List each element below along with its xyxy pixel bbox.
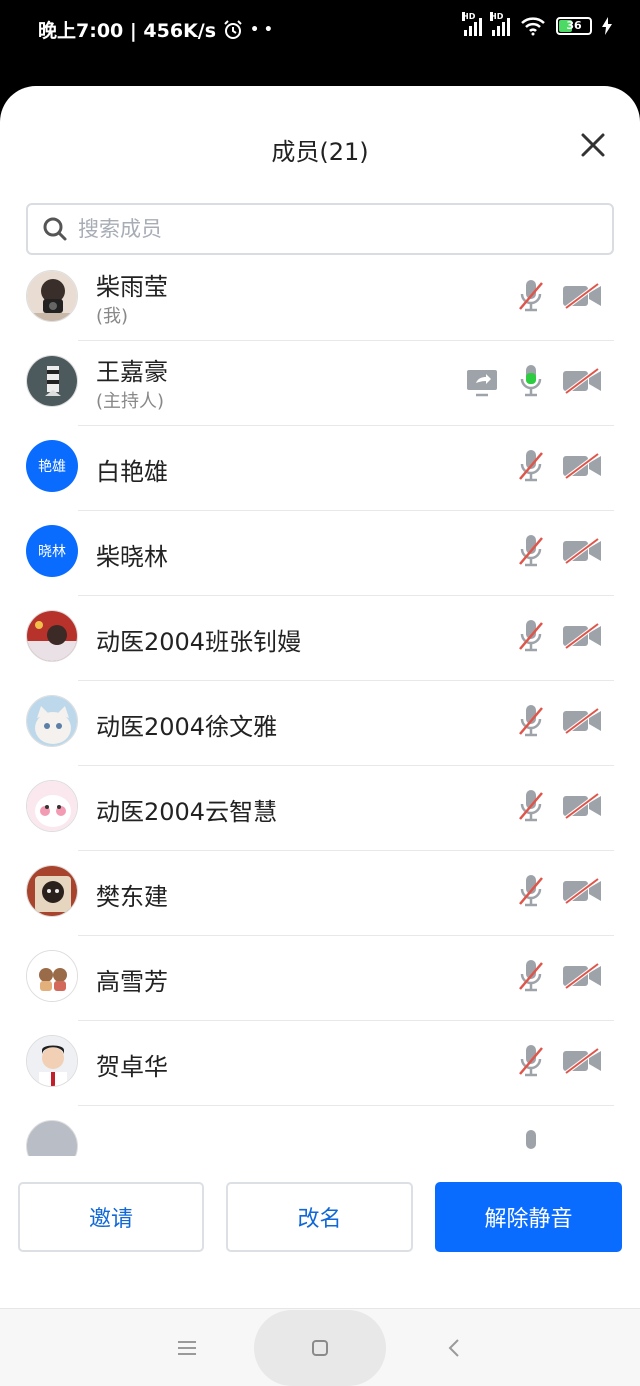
member-name: 樊东建 (96, 883, 168, 911)
menu-icon[interactable] (176, 1339, 198, 1357)
avatar: 艳雄 (26, 440, 78, 492)
member-row[interactable]: 动医2004徐文雅 (0, 681, 640, 766)
status-time-speed: 晚上7:00 | 456K/s (38, 20, 217, 42)
back-icon[interactable] (446, 1338, 462, 1358)
wifi-icon (521, 17, 545, 36)
close-icon[interactable] (580, 132, 606, 158)
mic-muted-icon[interactable] (516, 873, 546, 909)
system-nav-bar (0, 1308, 640, 1386)
mic-muted-icon[interactable] (516, 788, 546, 824)
avatar (26, 780, 78, 832)
mic-active-icon[interactable] (516, 363, 546, 399)
member-name: 动医2004徐文雅 (96, 713, 278, 741)
member-name: 动医2004云智慧 (96, 798, 278, 826)
member-role: (主持人) (96, 391, 165, 412)
avatar (26, 1120, 78, 1156)
signal-icon-1: HD (462, 12, 482, 36)
battery-icon: 36 (556, 17, 592, 35)
mic-muted-icon[interactable] (516, 1043, 546, 1079)
camera-off-icon[interactable] (562, 623, 602, 649)
battery-level: 36 (566, 19, 582, 32)
camera-off-icon[interactable] (562, 963, 602, 989)
avatar (26, 270, 78, 322)
member-name: 动医2004班张钊嫚 (96, 628, 302, 656)
avatar (26, 1035, 78, 1087)
member-row[interactable]: 高雪芳 (0, 936, 640, 1021)
member-row[interactable]: 贺卓华 (0, 1021, 640, 1106)
avatar (26, 610, 78, 662)
avatar (26, 865, 78, 917)
camera-off-icon[interactable] (562, 1048, 602, 1074)
member-row[interactable]: 柴雨莹 (我) (0, 256, 640, 341)
unmute-button[interactable]: 解除静音 (435, 1182, 622, 1252)
charging-icon (602, 17, 612, 35)
avatar: 晓林 (26, 525, 78, 577)
camera-off-icon[interactable] (562, 878, 602, 904)
status-left: 晚上7:00 | 456K/s • • (38, 16, 273, 43)
search-box[interactable] (26, 203, 614, 255)
mic-muted-icon[interactable] (516, 1128, 546, 1156)
avatar (26, 355, 78, 407)
status-bar: 晚上7:00 | 456K/s • • HD HD 36 (0, 0, 640, 58)
home-icon[interactable] (310, 1338, 330, 1358)
member-name: 柴雨莹 (96, 273, 168, 301)
invite-button[interactable]: 邀请 (18, 1182, 204, 1252)
member-name: 王嘉豪 (96, 358, 168, 386)
mic-muted-icon[interactable] (516, 618, 546, 654)
camera-off-icon[interactable] (562, 538, 602, 564)
signal-icon-2: HD (490, 12, 510, 36)
member-row[interactable]: 王嘉豪 (主持人) (0, 341, 640, 426)
mic-muted-icon[interactable] (516, 703, 546, 739)
member-list[interactable]: 柴雨莹 (我) 王嘉豪 (主持人) 艳雄 白艳雄 晓林 柴晓林 动医2004班张… (0, 256, 640, 1156)
member-name: 高雪芳 (96, 968, 168, 996)
member-name: 白艳雄 (96, 458, 168, 486)
camera-off-icon[interactable] (562, 283, 602, 309)
member-row[interactable]: 动医2004班张钊嫚 (0, 596, 640, 681)
member-row[interactable]: 樊东建 (0, 851, 640, 936)
mic-muted-icon[interactable] (516, 533, 546, 569)
screen-share-icon (467, 370, 497, 397)
member-row-partial[interactable] (0, 1106, 640, 1156)
mic-muted-icon[interactable] (516, 278, 546, 314)
mic-muted-icon[interactable] (516, 958, 546, 994)
camera-off-icon[interactable] (562, 453, 602, 479)
member-name: 柴晓林 (96, 543, 168, 571)
member-row[interactable]: 动医2004云智慧 (0, 766, 640, 851)
search-input[interactable] (76, 216, 560, 242)
camera-off-icon[interactable] (562, 368, 602, 394)
search-icon (43, 217, 67, 241)
mic-muted-icon[interactable] (516, 448, 546, 484)
rename-button[interactable]: 改名 (226, 1182, 413, 1252)
page-title: 成员(21) (271, 138, 369, 166)
more-dots-icon: • • (250, 21, 273, 38)
alarm-icon (224, 19, 242, 39)
member-name: 贺卓华 (96, 1053, 168, 1081)
member-row[interactable]: 晓林 柴晓林 (0, 511, 640, 596)
status-right: HD HD 36 (462, 12, 612, 36)
camera-off-icon[interactable] (562, 793, 602, 819)
avatar (26, 695, 78, 747)
member-row[interactable]: 艳雄 白艳雄 (0, 426, 640, 511)
avatar (26, 950, 78, 1002)
camera-off-icon[interactable] (562, 708, 602, 734)
members-sheet: 成员(21) 柴雨莹 (我) 王嘉豪 (主持人) (0, 86, 640, 1386)
member-role: (我) (96, 306, 129, 327)
